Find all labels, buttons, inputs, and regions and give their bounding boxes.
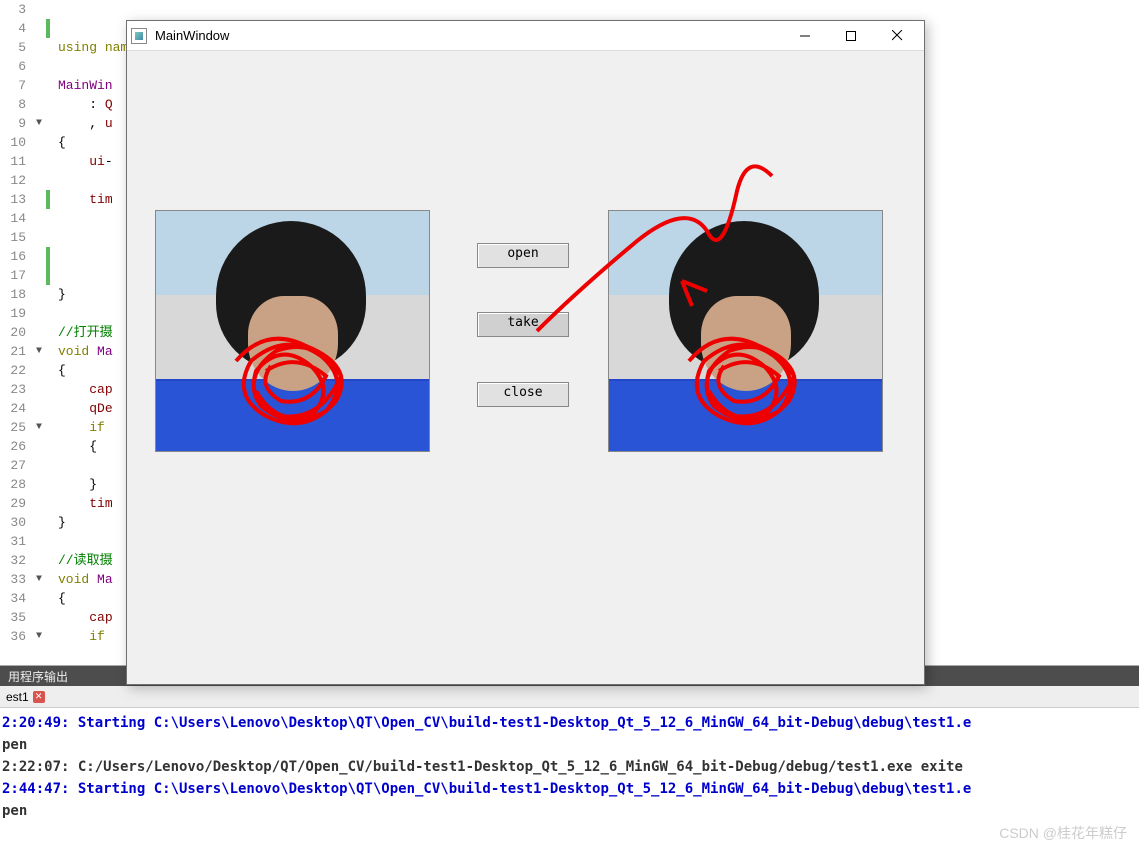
- line-number-gutter: 3456789101112131415161718192021222324252…: [0, 0, 32, 665]
- face-scribble-icon: [679, 321, 849, 451]
- take-button[interactable]: take: [477, 312, 569, 337]
- output-tab[interactable]: est1 ✕: [0, 688, 51, 706]
- minimize-icon: [800, 31, 810, 41]
- output-body[interactable]: 2:20:49: Starting C:\Users\Lenovo\Deskto…: [0, 708, 1139, 826]
- open-button[interactable]: open: [477, 243, 569, 268]
- titlebar[interactable]: MainWindow: [127, 21, 924, 51]
- maximize-icon: [846, 31, 856, 41]
- fold-column: ▼▼▼▼▼: [32, 0, 46, 665]
- main-window: MainWindow open take cl: [126, 20, 925, 685]
- output-tab-label: est1: [6, 690, 29, 704]
- camera-preview-left: [155, 210, 430, 452]
- camera-preview-right: [608, 210, 883, 452]
- window-controls: [782, 22, 920, 50]
- face-scribble-icon: [226, 321, 396, 451]
- app-icon: [131, 28, 147, 44]
- minimize-button[interactable]: [782, 22, 828, 50]
- close-button[interactable]: [874, 22, 920, 50]
- output-panel: 用程序输出 est1 ✕ 2:20:49: Starting C:\Users\…: [0, 665, 1139, 849]
- window-title: MainWindow: [155, 28, 229, 43]
- close-icon[interactable]: ✕: [33, 691, 45, 703]
- watermark: CSDN @桂花年糕仔: [999, 823, 1127, 843]
- close-icon: [892, 30, 903, 41]
- close-camera-button[interactable]: close: [477, 382, 569, 407]
- maximize-button[interactable]: [828, 22, 874, 50]
- output-tabs: est1 ✕: [0, 686, 1139, 708]
- window-body: open take close: [127, 51, 924, 684]
